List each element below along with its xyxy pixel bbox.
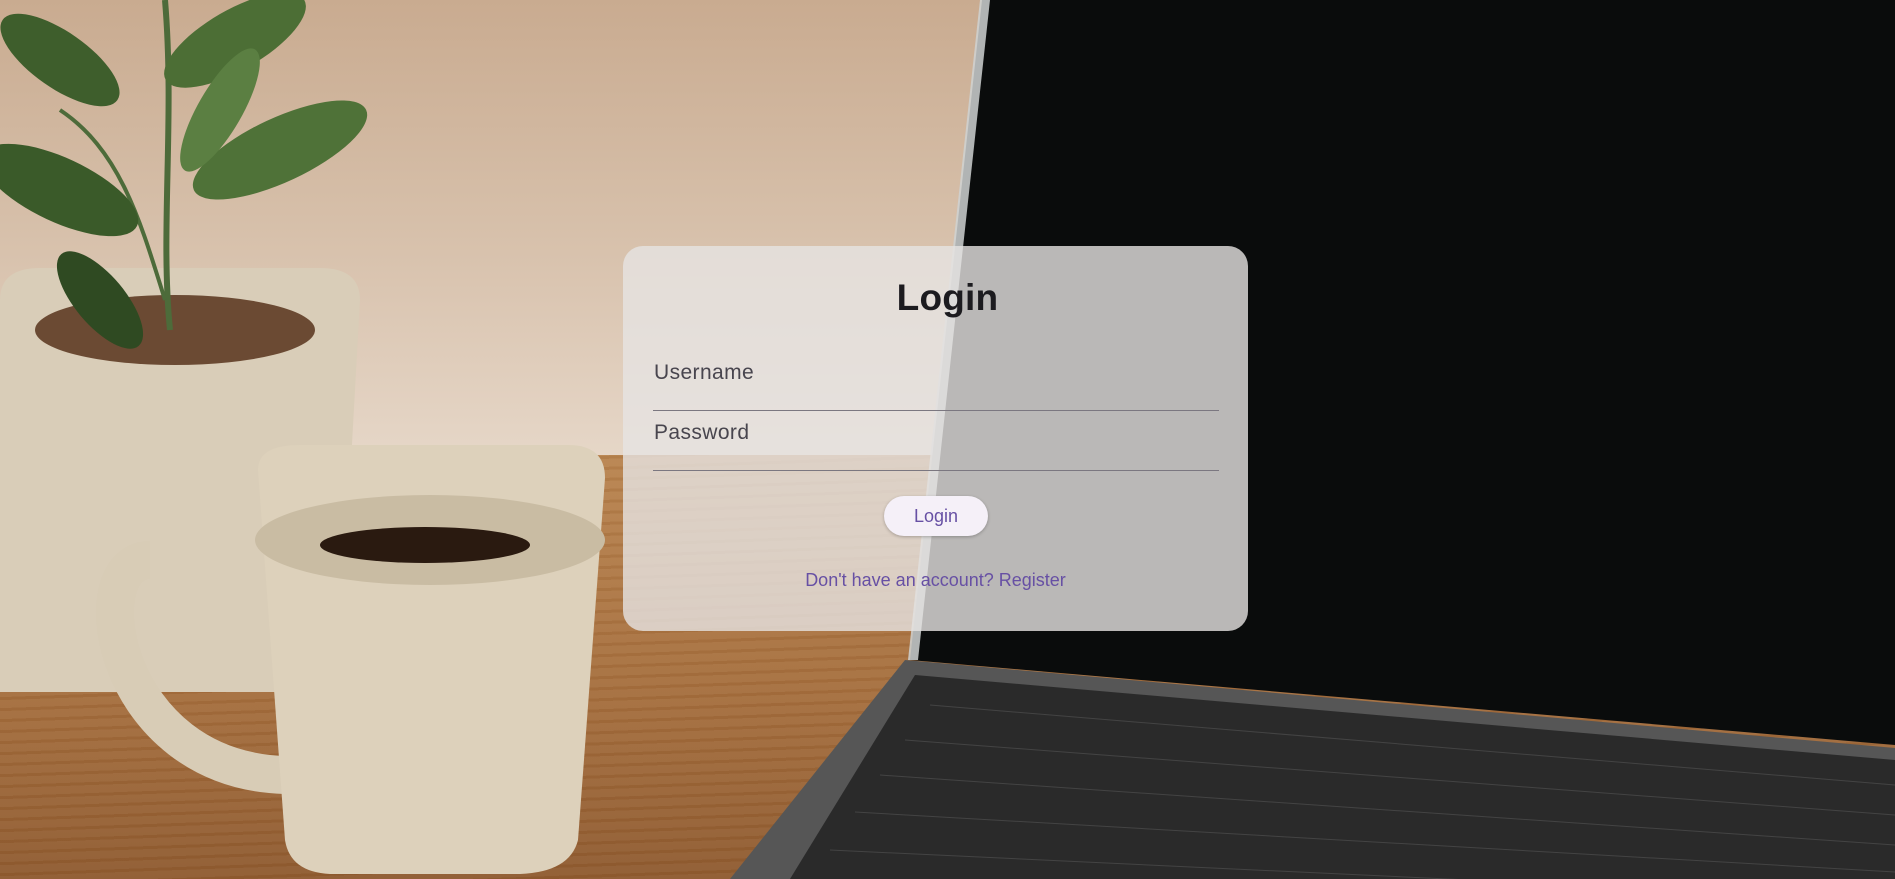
register-link[interactable]: Don't have an account? Register bbox=[623, 570, 1248, 591]
login-button[interactable]: Login bbox=[884, 496, 988, 536]
password-label: Password bbox=[654, 421, 750, 444]
login-screen: Login Username Password Login Don't have… bbox=[0, 0, 1895, 879]
username-underline bbox=[653, 409, 1219, 411]
background-mug-image bbox=[0, 0, 640, 879]
login-title: Login bbox=[896, 277, 999, 318]
password-underline bbox=[653, 469, 1219, 471]
password-field[interactable]: Password bbox=[653, 421, 1219, 471]
username-label: Username bbox=[654, 361, 755, 384]
username-field[interactable]: Username bbox=[653, 361, 1219, 411]
